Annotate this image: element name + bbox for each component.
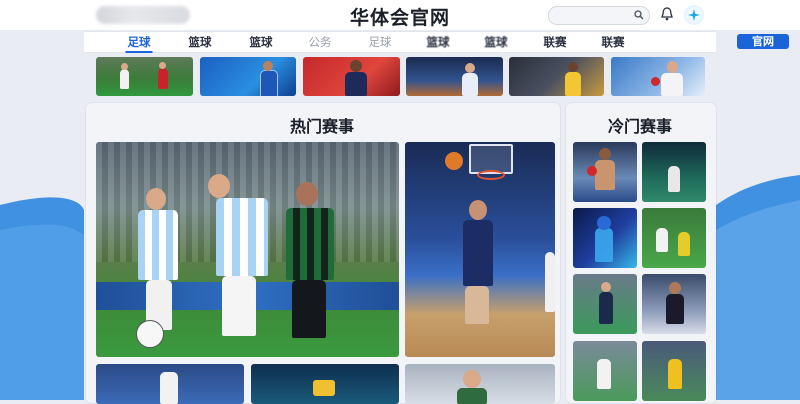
player-figure [457, 388, 487, 404]
player-head [465, 63, 475, 73]
player-figure [160, 372, 178, 404]
player-head [597, 216, 611, 230]
cold-events-title: 冷门赛事 [607, 117, 673, 136]
hot-tile-3[interactable] [96, 364, 244, 404]
football-ball [136, 320, 164, 348]
player-head [469, 200, 487, 220]
player-figure [668, 359, 682, 389]
player-head [669, 282, 681, 294]
player-head [599, 148, 611, 160]
player-figure [120, 69, 129, 89]
nav-item-football-1[interactable]: 足球 [125, 34, 153, 53]
nav-item-football-2[interactable]: 足球 [369, 34, 392, 50]
hot-tile-5[interactable] [405, 364, 555, 404]
player-figure [656, 228, 668, 252]
player-head [463, 370, 481, 388]
player-head [601, 282, 611, 292]
player-figure [463, 220, 493, 286]
player-head [159, 62, 166, 69]
player-figure [462, 73, 478, 96]
sparkle-icon [688, 9, 700, 21]
player-head [667, 61, 678, 73]
hoop [477, 170, 505, 180]
thumb-basketball-arena[interactable] [406, 57, 503, 96]
nav-item-league-2[interactable]: 联赛 [602, 34, 625, 50]
player-figure [565, 72, 581, 96]
player-legs [292, 280, 326, 338]
player-figure [158, 68, 168, 89]
player-head [568, 62, 578, 72]
player-figure [668, 166, 680, 192]
cold-tile-football[interactable] [642, 208, 706, 268]
player-figure [595, 160, 615, 190]
player-figure [286, 208, 334, 280]
nav-item-public[interactable]: 公务 [309, 34, 332, 50]
player-head [146, 188, 166, 210]
cold-tile-athletics[interactable] [573, 274, 637, 334]
top-header: 华体会官网 [0, 0, 800, 30]
thumb-basketball-blue[interactable] [200, 57, 296, 96]
player-figure [666, 294, 684, 324]
nav-item-basketball-1[interactable]: 篮球 [189, 34, 212, 50]
bell-icon[interactable] [661, 7, 673, 21]
cold-tile-boxing-2[interactable] [642, 274, 706, 334]
main-nav: 足球 篮球 篮球 公务 足球 篮球 篮球 联赛 联赛 官网 [84, 31, 789, 53]
player-figure [345, 72, 367, 96]
cold-tile-arena[interactable] [642, 142, 706, 202]
cold-tile-boxing[interactable] [573, 142, 637, 202]
player-head [296, 182, 318, 206]
player-figure [260, 70, 278, 96]
hot-events-title: 热门赛事 [289, 117, 355, 136]
hot-basketball-feature[interactable] [405, 142, 555, 357]
search-box[interactable] [548, 6, 650, 25]
cold-tile-esports[interactable] [573, 208, 637, 268]
search-icon[interactable] [634, 10, 644, 20]
avatar[interactable] [684, 5, 704, 25]
player-head [263, 61, 273, 71]
cold-tile-track[interactable] [642, 341, 706, 401]
nav-item-basketball-3[interactable]: 篮球 [427, 34, 450, 50]
player-figure [138, 210, 178, 280]
player-figure [545, 252, 555, 312]
hot-football-feature[interactable] [96, 142, 399, 357]
nav-item-basketball-2[interactable]: 篮球 [250, 34, 273, 50]
player-legs [465, 286, 489, 324]
thumb-basketball-yellow[interactable] [509, 57, 604, 96]
site-title: 华体会官网 [349, 7, 450, 29]
nav-item-basketball-4[interactable]: 篮球 [485, 34, 508, 50]
player-legs [222, 276, 256, 336]
player-figure [595, 228, 613, 262]
cold-tile-tennis[interactable] [573, 341, 637, 401]
official-site-button[interactable]: 官网 [737, 34, 789, 49]
boxing-glove [587, 166, 597, 176]
nav-item-league-1[interactable]: 联赛 [544, 34, 567, 50]
thumb-basketball-red[interactable] [303, 57, 400, 96]
player-figure [597, 359, 611, 389]
player-figure [678, 232, 690, 256]
trophy-icon [313, 380, 335, 396]
thumb-boxing[interactable] [611, 57, 705, 96]
player-head [208, 174, 230, 198]
boxing-glove [651, 77, 660, 86]
player-head [121, 63, 128, 70]
player-head [350, 60, 362, 72]
thumb-football-match[interactable] [96, 57, 193, 96]
player-figure [599, 292, 613, 324]
hot-tile-4[interactable] [251, 364, 399, 404]
player-figure [216, 198, 268, 276]
basketball-ball [445, 152, 463, 170]
player-figure [661, 73, 683, 96]
